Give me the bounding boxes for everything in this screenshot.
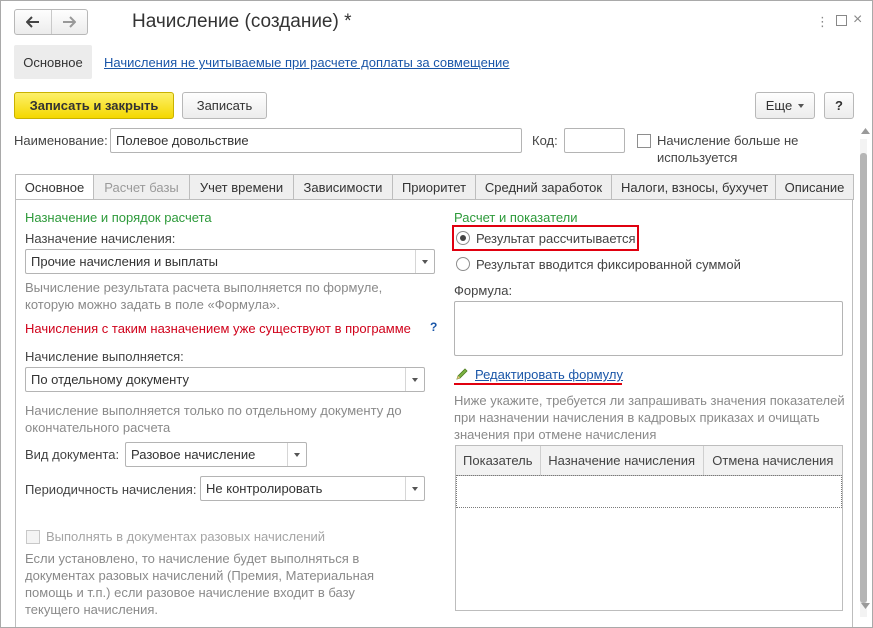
purpose-warning[interactable]: Начисления с таким назначением уже сущес…	[25, 321, 420, 336]
radio-fixed[interactable]	[456, 257, 470, 271]
scrollbar-thumb[interactable]	[860, 153, 867, 603]
chevron-down-icon	[412, 486, 418, 491]
tab-base-calc[interactable]: Расчет базы	[94, 174, 190, 200]
tab-label: Учет времени	[199, 179, 284, 195]
tab-bar: Основное Расчет базы Учет времени Зависи…	[15, 174, 854, 200]
forward-button[interactable]	[50, 10, 88, 34]
indicators-table-header: Показатель Назначение начисления Отмена …	[455, 445, 843, 476]
unused-checkbox[interactable]	[637, 134, 651, 148]
calc-section-title: Расчет и показатели	[454, 210, 578, 225]
radio-calculated[interactable]	[456, 231, 470, 245]
tab-taxes[interactable]: Налоги, взносы, бухучет	[612, 174, 776, 200]
pencil-icon	[456, 368, 468, 380]
save-label: Записать	[196, 98, 253, 113]
tab-main[interactable]: Основное	[15, 174, 94, 200]
chevron-down-icon	[412, 377, 418, 382]
table-row[interactable]	[456, 475, 842, 508]
column-header-assignment[interactable]: Назначение начисления	[539, 446, 703, 475]
radio-calculated-label: Результат рассчитывается	[476, 231, 636, 246]
execution-select[interactable]: По отдельному документу	[25, 367, 425, 392]
radio-fixed-label: Результат вводится фиксированной суммой	[476, 257, 741, 272]
periodicity-select[interactable]: Не контролировать	[200, 476, 425, 501]
column-header-indicator[interactable]: Показатель	[456, 446, 540, 475]
onetime-checkbox-label: Выполнять в документах разовых начислени…	[46, 529, 326, 544]
nav-unaccounted-link[interactable]: Начисления не учитываемые при расчете до…	[104, 55, 510, 70]
tab-label: Расчет базы	[104, 179, 179, 195]
chevron-down-icon	[422, 259, 428, 264]
periodicity-value: Не контролировать	[206, 481, 323, 496]
purpose-hint: Вычисление результата расчета выполняетс…	[25, 280, 383, 312]
save-and-close-label: Записать и закрыть	[29, 98, 159, 113]
arrow-right-icon	[63, 16, 77, 28]
doc-type-label: Вид документа:	[25, 447, 120, 462]
help-button[interactable]: ?	[824, 92, 854, 119]
execution-hint: Начисление выполняется только по отдельн…	[25, 403, 402, 435]
dropdown-button[interactable]	[405, 477, 424, 500]
history-nav	[14, 9, 88, 35]
name-label: Наименование:	[14, 133, 108, 148]
document-window: Начисление (создание) * ⋮ × Основное Нач…	[0, 0, 873, 628]
code-input[interactable]	[564, 128, 625, 153]
maximize-icon[interactable]	[836, 14, 847, 29]
formula-label: Формула:	[454, 283, 513, 298]
indicators-hint: Ниже укажите, требуется ли запрашивать з…	[454, 393, 845, 442]
help-label: ?	[835, 98, 843, 113]
onetime-hint: Если установлено, то начисление будет вы…	[25, 551, 375, 617]
tab-label: Средний заработок	[484, 179, 603, 195]
tab-description[interactable]: Описание	[776, 174, 854, 200]
column-header-cancellation[interactable]: Отмена начисления	[702, 446, 842, 475]
tab-dependencies[interactable]: Зависимости	[294, 174, 393, 200]
tab-label: Налоги, взносы, бухучет	[621, 179, 769, 195]
purpose-value: Прочие начисления и выплаты	[31, 254, 218, 269]
dropdown-button[interactable]	[287, 443, 306, 466]
onetime-checkbox[interactable]	[26, 530, 40, 544]
chevron-down-icon	[294, 452, 300, 457]
tab-label: Приоритет	[401, 179, 467, 195]
purpose-label: Назначение начисления:	[25, 231, 176, 246]
nav-main[interactable]: Основное	[14, 45, 92, 79]
back-button[interactable]	[15, 10, 51, 34]
arrow-left-icon	[25, 16, 39, 28]
save-and-close-button[interactable]: Записать и закрыть	[14, 92, 174, 119]
tab-priority[interactable]: Приоритет	[393, 174, 476, 200]
name-value: Полевое довольствие	[116, 133, 249, 148]
code-label: Код:	[532, 133, 558, 148]
scroll-down-icon[interactable]	[861, 603, 870, 609]
indicators-table-body[interactable]	[455, 475, 843, 611]
formula-input[interactable]	[454, 301, 843, 356]
more-button[interactable]: Еще	[755, 92, 815, 119]
periodicity-label: Периодичность начисления:	[25, 482, 197, 497]
save-button[interactable]: Записать	[182, 92, 267, 119]
doc-type-select[interactable]: Разовое начисление	[125, 442, 307, 467]
tab-label: Основное	[24, 179, 85, 195]
chevron-down-icon	[798, 103, 805, 108]
nav-main-label: Основное	[23, 54, 83, 70]
more-vertical-icon[interactable]: ⋮	[816, 14, 829, 30]
tab-label: Зависимости	[303, 179, 383, 195]
dropdown-button[interactable]	[405, 368, 424, 391]
name-input[interactable]: Полевое довольствие	[110, 128, 522, 153]
doc-type-value: Разовое начисление	[131, 447, 256, 462]
purpose-section-title: Назначение и порядок расчета	[25, 210, 212, 225]
execution-label: Начисление выполняется:	[25, 349, 184, 364]
dropdown-button[interactable]	[415, 250, 434, 273]
scrollbar[interactable]	[860, 139, 867, 617]
edit-formula-link[interactable]: Редактировать формулу	[475, 367, 623, 382]
more-label: Еще	[765, 98, 793, 113]
purpose-select[interactable]: Прочие начисления и выплаты	[25, 249, 435, 274]
unused-checkbox-label: Начисление больше не используется	[657, 133, 799, 165]
tab-time-tracking[interactable]: Учет времени	[190, 174, 294, 200]
highlight-underline	[454, 383, 622, 385]
tab-label: Описание	[784, 179, 845, 195]
execution-value: По отдельному документу	[31, 372, 189, 387]
warning-help-icon[interactable]: ?	[430, 320, 437, 334]
window-title: Начисление (создание) *	[132, 11, 352, 32]
close-icon[interactable]: ×	[853, 11, 862, 29]
tab-average-earnings[interactable]: Средний заработок	[476, 174, 612, 200]
scroll-up-icon[interactable]	[861, 128, 870, 134]
